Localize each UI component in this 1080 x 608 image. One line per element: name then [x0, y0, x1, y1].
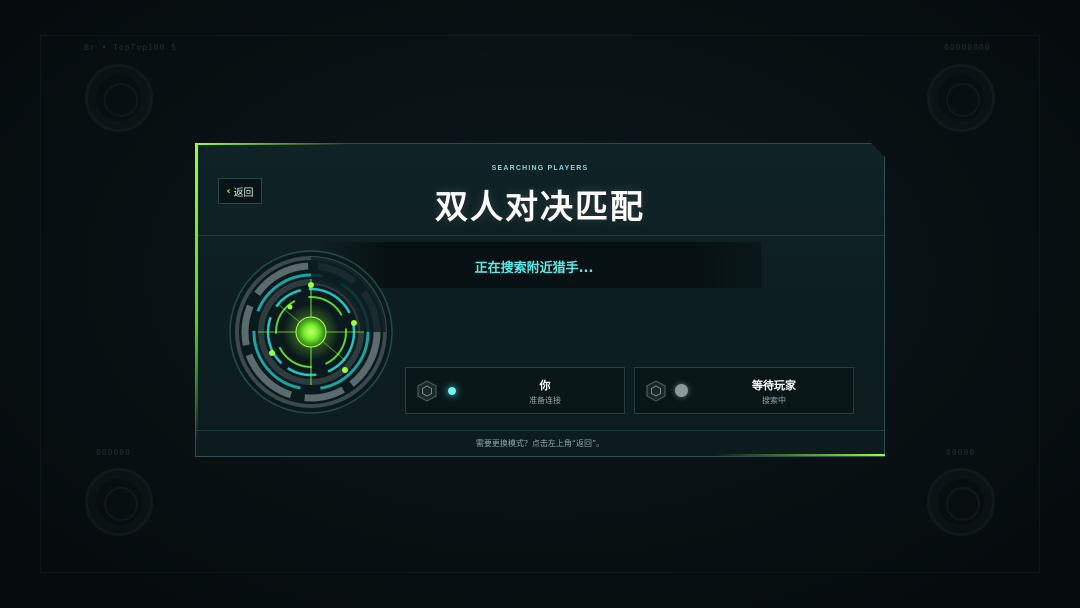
player-card-you: 你 准备连接	[405, 367, 625, 414]
player-card-waiting: 等待玩家 搜索中	[634, 367, 854, 414]
background-label-bottom-right: 00000	[946, 448, 976, 457]
footer-divider	[196, 430, 884, 431]
player-status: 搜索中	[762, 396, 786, 405]
hex-badge-icon	[417, 380, 437, 402]
chevron-left-icon: ‹	[226, 185, 231, 197]
background-label-top-left: Br • TopTop100 5	[84, 43, 178, 52]
page-title: 双人对决匹配	[435, 187, 645, 226]
matchmaking-panel: SEARCHING PLAYERS 双人对决匹配 ‹ 返回 正在搜索附近猎手..…	[195, 143, 885, 457]
footer-hint: 需要更换模式？点击左上角“返回”。	[475, 439, 605, 448]
background-gear-icon	[927, 468, 995, 536]
background-gear-icon	[927, 64, 995, 132]
player-name: 等待玩家	[752, 379, 796, 392]
panel-accent-bottom	[715, 454, 885, 456]
player-name: 你	[539, 379, 551, 392]
background-gear-icon	[85, 64, 153, 132]
panel-accent-top	[195, 143, 345, 145]
background-label-bottom-left: 000000	[96, 448, 131, 457]
connection-status-dot	[448, 387, 456, 395]
searching-status-dot	[675, 384, 688, 397]
back-button[interactable]: ‹ 返回	[218, 178, 262, 204]
panel-subtitle: SEARCHING PLAYERS	[491, 165, 589, 172]
background-label-top-right: 00000000	[944, 43, 991, 52]
back-button-label: 返回	[233, 187, 254, 199]
player-status: 准备连接	[529, 396, 561, 405]
hex-badge-icon	[646, 380, 666, 402]
panel-accent-left	[195, 143, 198, 443]
header-divider	[196, 235, 884, 236]
radar-scanner-icon	[229, 250, 393, 414]
background-gear-icon	[85, 468, 153, 536]
